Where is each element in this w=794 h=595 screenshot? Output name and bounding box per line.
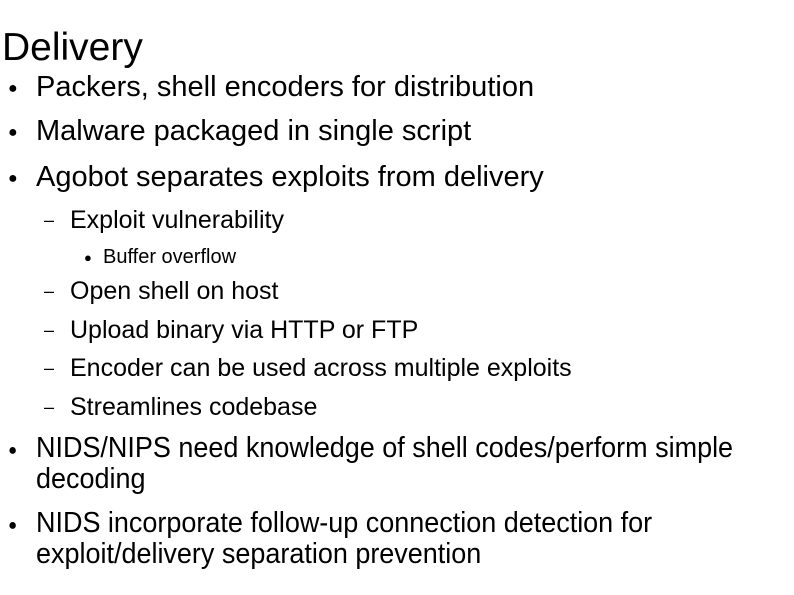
bullet-dot-icon: ● <box>8 517 18 534</box>
bullet-item: ● Agobot separates exploits from deliver… <box>8 161 544 193</box>
slide-title: Delivery <box>2 26 143 69</box>
bullet-text: Packers, shell encoders for distribution <box>36 71 535 103</box>
bullet-item: ● NIDS/NIPS need knowledge of shell code… <box>8 432 771 495</box>
bullet-dot-icon: ● <box>8 124 18 141</box>
bullet-text: Exploit vulnerability <box>70 206 284 234</box>
bullet-text: Agobot separates exploits from delivery <box>36 161 544 193</box>
bullet-text: Malware packaged in single script <box>36 115 472 147</box>
dash-icon: – <box>44 320 55 340</box>
bullet-dot-icon: ● <box>8 80 18 97</box>
sub-bullet-item: – Open shell on host <box>44 277 279 305</box>
bullet-dot-icon: ● <box>84 250 92 265</box>
sub-bullet-item: – Streamlines codebase <box>44 393 318 421</box>
bullet-text: NIDS/NIPS need knowledge of shell codes/… <box>36 432 734 495</box>
sub-bullet-item: – Encoder can be used across multiple ex… <box>44 354 572 382</box>
bullet-text: Buffer overflow <box>103 246 237 268</box>
sub-bullet-item: – Exploit vulnerability <box>44 206 284 234</box>
dash-icon: – <box>44 358 55 378</box>
bullet-item: ● Packers, shell encoders for distributi… <box>8 71 535 103</box>
bullet-text: Upload binary via HTTP or FTP <box>70 316 419 344</box>
dash-icon: – <box>44 210 55 230</box>
bullet-item: ● NIDS incorporate follow-up connection … <box>8 507 780 570</box>
dash-icon: – <box>44 397 55 417</box>
bullet-text: Encoder can be used across multiple expl… <box>70 354 572 382</box>
bullet-dot-icon: ● <box>8 442 18 459</box>
dash-icon: – <box>44 281 55 301</box>
bullet-text: NIDS incorporate follow-up connection de… <box>36 507 653 570</box>
bullet-text: Open shell on host <box>70 277 279 305</box>
sub-bullet-item: – Upload binary via HTTP or FTP <box>44 316 419 344</box>
bullet-item: ● Malware packaged in single script <box>8 115 472 147</box>
sub-sub-bullet-item: ● Buffer overflow <box>84 245 237 269</box>
bullet-dot-icon: ● <box>8 170 18 187</box>
bullet-text: Streamlines codebase <box>70 393 318 421</box>
